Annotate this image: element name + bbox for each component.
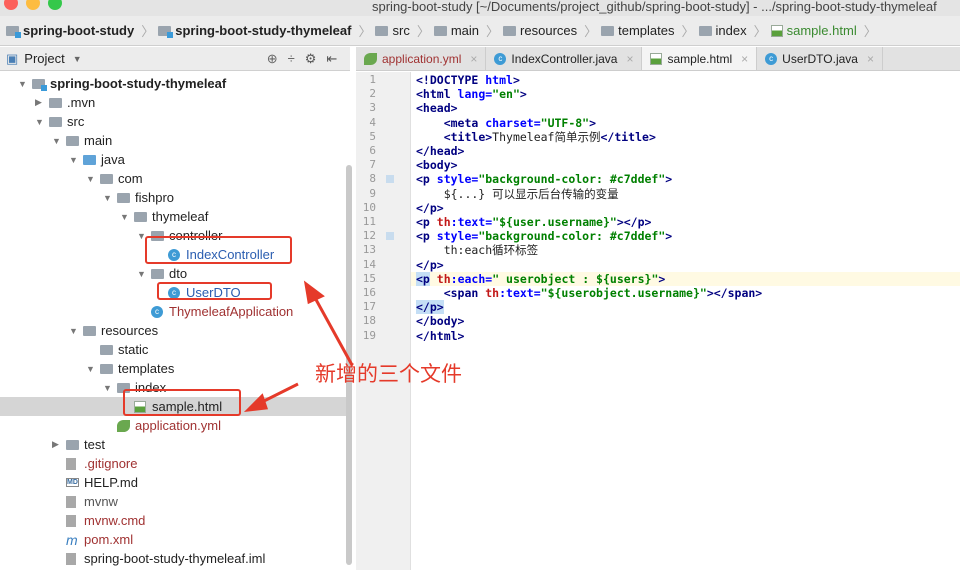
arrow-to-userdto [312,295,354,366]
arrow-head [243,393,269,412]
arrow-head [303,280,325,305]
annotation-arrows [243,280,354,412]
annotation-text: 新增的三个文件 [315,363,462,386]
